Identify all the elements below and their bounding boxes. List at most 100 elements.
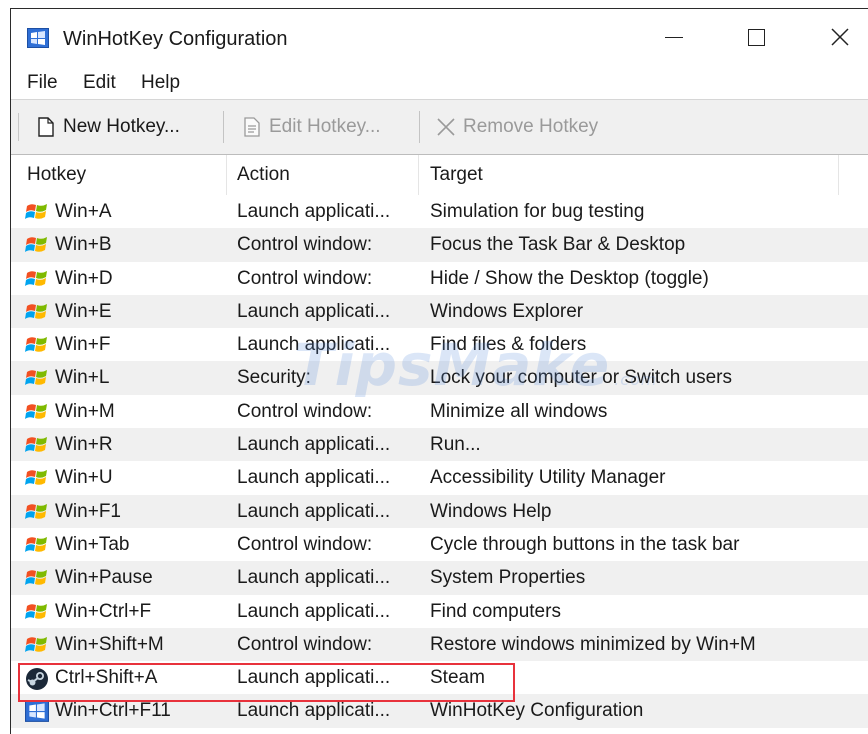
action-cell: Launch applicati... (237, 567, 391, 589)
windows-flag-icon (25, 534, 49, 556)
hotkey-cell: Win+F1 (55, 500, 121, 522)
minimize-button[interactable] (651, 21, 697, 53)
toolbar: New Hotkey... Edit Hotkey... Remove Hotk… (11, 99, 868, 155)
list-header: Hotkey Action Target (11, 155, 868, 195)
target-cell: Steam (430, 667, 485, 689)
remove-hotkey-button[interactable]: Remove Hotkey (435, 113, 598, 141)
table-row[interactable]: Win+M Control window: Minimize all windows (11, 395, 868, 428)
column-header-target[interactable]: Target (430, 155, 483, 195)
table-row[interactable]: Win+R Launch applicati... Run... (11, 428, 868, 462)
target-cell: Hide / Show the Desktop (toggle) (430, 267, 709, 289)
windows-flag-icon (25, 634, 49, 656)
column-header-hotkey[interactable]: Hotkey (27, 155, 86, 195)
table-row[interactable]: Win+B Control window: Focus the Task Bar &… (11, 228, 868, 262)
hotkey-cell: Win+Ctrl+F11 (55, 700, 171, 722)
windows-flag-icon (25, 234, 49, 256)
windows-flag-icon (25, 268, 49, 290)
hotkey-cell: Win+D (55, 267, 113, 289)
hotkey-cell: Win+R (55, 434, 113, 456)
target-cell: Find computers (430, 600, 561, 622)
table-row[interactable]: Win+Ctrl+F Launch applicati... Find comput… (11, 595, 868, 628)
action-cell: Security: (237, 367, 311, 389)
action-cell: Launch applicati... (237, 700, 391, 722)
table-row[interactable]: Win+Pause Launch applicati... System Prope… (11, 561, 868, 595)
menu-help[interactable]: Help (141, 72, 180, 94)
hotkey-cell: Win+L (55, 367, 110, 389)
target-cell: Accessibility Utility Manager (430, 467, 666, 489)
menu-bar: File Edit Help (11, 67, 868, 99)
hotkey-cell: Win+E (55, 300, 112, 322)
hotkey-cell: Ctrl+Shift+A (55, 667, 158, 689)
table-row[interactable]: Win+L Security: Lock your computer or Swit… (11, 361, 868, 395)
new-hotkey-button[interactable]: New Hotkey... (35, 113, 180, 141)
hotkey-cell: Win+U (55, 467, 113, 489)
target-cell: System Properties (430, 567, 586, 589)
target-cell: Restore windows minimized by Win+M (430, 633, 756, 655)
maximize-button[interactable] (733, 21, 779, 53)
table-row[interactable]: Win+A Launch applicati... Simulation for b… (11, 195, 868, 228)
table-row[interactable]: Win+F1 Launch applicati... Windows Help (11, 494, 868, 528)
menu-file[interactable]: File (27, 72, 58, 94)
target-cell: Find files & folders (430, 334, 587, 356)
windows-flag-icon (25, 401, 49, 423)
edit-document-icon (241, 116, 263, 138)
close-button[interactable] (817, 21, 863, 53)
new-hotkey-label: New Hotkey... (63, 116, 180, 137)
hotkey-cell: Win+F (55, 334, 111, 356)
maximize-icon (747, 28, 765, 46)
column-divider[interactable] (226, 155, 227, 195)
windows-flag-icon (25, 467, 49, 489)
title-bar[interactable]: WinHotKey Configuration (11, 9, 868, 67)
hotkey-cell: Win+M (55, 400, 115, 422)
winhotkey-icon (25, 700, 49, 723)
hotkey-cell: Win+Tab (55, 533, 130, 555)
target-cell: Windows Help (430, 500, 552, 522)
table-row[interactable]: Win+Tab Control window: Cycle through butt… (11, 528, 868, 561)
close-icon (831, 28, 849, 46)
windows-flag-icon (25, 601, 49, 623)
winhotkey-window: WinHotKey Configuration File Edit Help N… (10, 8, 868, 734)
minimize-icon (665, 36, 683, 38)
windows-flag-icon (25, 567, 49, 589)
window-title: WinHotKey Configuration (63, 28, 288, 50)
edit-hotkey-button[interactable]: Edit Hotkey... (241, 113, 381, 141)
action-cell: Control window: (237, 234, 373, 256)
toolbar-separator (419, 111, 420, 143)
hotkey-cell: Win+Pause (55, 567, 153, 589)
action-cell: Launch applicati... (237, 500, 391, 522)
column-divider[interactable] (418, 155, 419, 195)
winhotkey-app-icon (27, 28, 49, 48)
column-header-action[interactable]: Action (237, 155, 290, 195)
action-cell: Launch applicati... (237, 667, 391, 689)
action-cell: Launch applicati... (237, 434, 391, 456)
action-cell: Control window: (237, 533, 373, 555)
table-row[interactable]: Win+E Launch applicati... Windows Explorer (11, 294, 868, 329)
table-row[interactable]: Win+U Launch applicati... Accessibility Ut… (11, 461, 868, 494)
action-cell: Control window: (237, 400, 373, 422)
remove-x-icon (435, 116, 457, 138)
toolbar-grip[interactable] (18, 113, 22, 141)
table-row[interactable]: Win+Ctrl+F11 Launch applicati... WinHotKey… (11, 694, 868, 728)
edit-hotkey-label: Edit Hotkey... (269, 116, 381, 137)
hotkey-cell: Win+B (55, 234, 112, 256)
target-cell: Windows Explorer (430, 300, 584, 322)
target-cell: WinHotKey Configuration (430, 700, 644, 722)
hotkey-cell: Win+Ctrl+F (55, 600, 152, 622)
new-document-icon (35, 116, 57, 138)
action-cell: Launch applicati... (237, 467, 391, 489)
table-row[interactable]: Win+F Launch applicati... Find files & fol… (11, 328, 868, 361)
hotkey-cell: Win+Shift+M (55, 633, 164, 655)
target-cell: Cycle through buttons in the task bar (430, 533, 740, 555)
toolbar-separator (223, 111, 224, 143)
table-row[interactable]: Win+D Control window: Hide / Show the Desk… (11, 262, 868, 295)
column-divider[interactable] (838, 155, 839, 195)
menu-edit[interactable]: Edit (83, 72, 116, 94)
action-cell: Launch applicati... (237, 334, 391, 356)
action-cell: Control window: (237, 267, 373, 289)
table-row[interactable]: Ctrl+Shift+A Launch applicati... Steam (11, 661, 868, 694)
steam-icon (25, 667, 49, 691)
action-cell: Launch applicati... (237, 300, 391, 322)
target-cell: Lock your computer or Switch users (430, 367, 733, 389)
table-row[interactable]: Win+Shift+M Control window: Restore window… (11, 627, 868, 662)
action-cell: Launch applicati... (237, 201, 391, 222)
